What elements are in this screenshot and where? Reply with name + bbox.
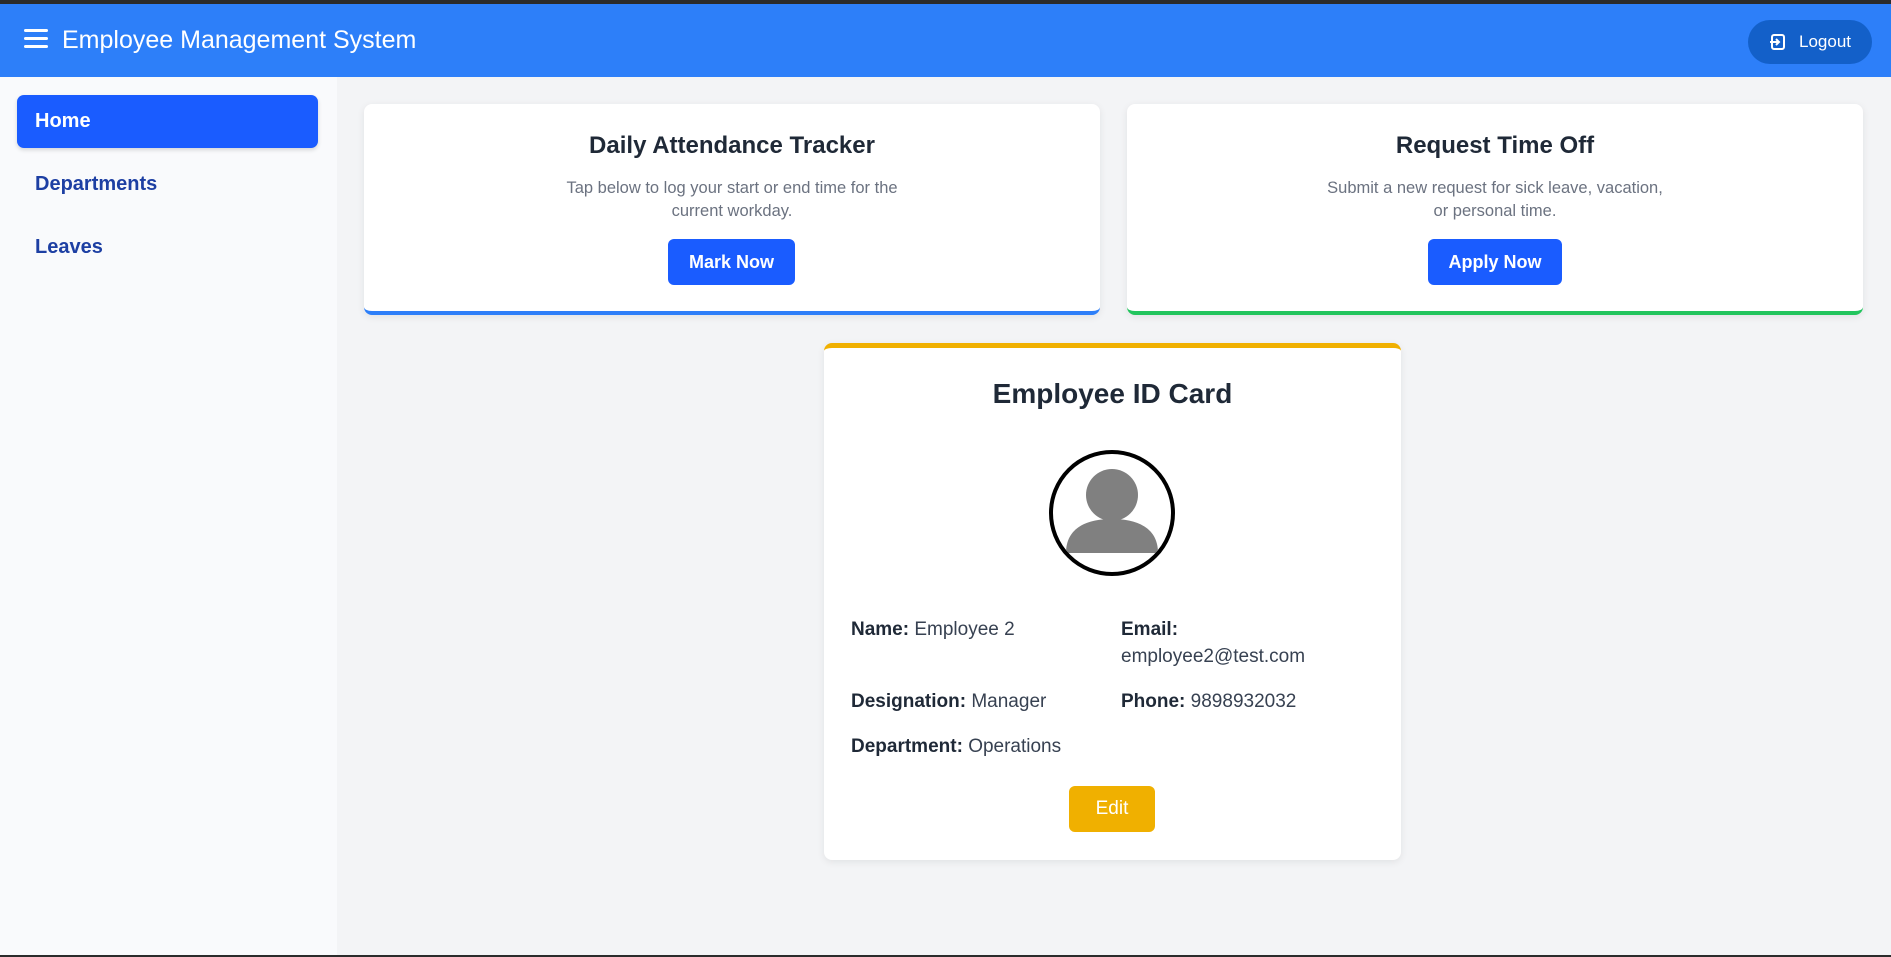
email-field: Email: employee2@test.com xyxy=(1121,616,1305,670)
time-off-title: Request Time Off xyxy=(1395,132,1595,159)
attendance-desc-line2: current workday. xyxy=(671,202,793,220)
time-off-desc-line2: or personal time. xyxy=(1433,202,1557,220)
name-label: Name: xyxy=(851,619,910,640)
time-off-description: Submit a new request for sick leave, vac… xyxy=(1127,177,1863,223)
designation-value: Manager xyxy=(971,691,1047,712)
name-field: Name: Employee 2 xyxy=(851,616,1015,643)
name-value: Employee 2 xyxy=(914,619,1015,640)
logout-label: Logout xyxy=(1799,32,1851,51)
department-label: Department: xyxy=(851,736,963,757)
phone-label: Phone: xyxy=(1121,691,1186,712)
sidebar-item-leaves[interactable]: Leaves xyxy=(17,221,318,274)
designation-field: Designation: Manager xyxy=(851,688,1046,715)
time-off-desc-line1: Submit a new request for sick leave, vac… xyxy=(1327,179,1663,197)
department-field: Department: Operations xyxy=(851,733,1061,760)
avatar-icon xyxy=(1049,450,1175,576)
app-window: Employee Management System Logout Home D… xyxy=(0,4,1891,955)
attendance-description: Tap below to log your start or end time … xyxy=(364,177,1100,223)
department-value: Operations xyxy=(968,736,1062,757)
app-title: Employee Management System xyxy=(62,26,417,54)
logout-icon xyxy=(1770,34,1785,50)
phone-value: 9898932032 xyxy=(1190,691,1297,712)
email-value: employee2@test.com xyxy=(1121,646,1306,667)
edit-button[interactable]: Edit xyxy=(1069,786,1155,832)
top-bar: Employee Management System Logout xyxy=(0,4,1891,77)
sidebar-item-departments[interactable]: Departments xyxy=(17,158,318,211)
logout-button[interactable]: Logout xyxy=(1748,20,1872,64)
phone-field: Phone: 9898932032 xyxy=(1121,688,1296,715)
apply-now-button[interactable]: Apply Now xyxy=(1428,239,1562,285)
id-card-title: Employee ID Card xyxy=(992,378,1233,409)
hamburger-menu-icon[interactable] xyxy=(24,29,54,51)
designation-label: Designation: xyxy=(851,691,967,712)
email-label: Email: xyxy=(1121,619,1179,640)
sidebar-item-home[interactable]: Home xyxy=(17,95,318,148)
sidebar: Home Departments Leaves xyxy=(0,77,337,955)
time-off-card: Request Time Off Submit a new request fo… xyxy=(1127,104,1863,315)
mark-now-button[interactable]: Mark Now xyxy=(668,239,795,285)
attendance-title: Daily Attendance Tracker xyxy=(589,132,875,159)
attendance-desc-line1: Tap below to log your start or end time … xyxy=(566,179,898,197)
attendance-card: Daily Attendance Tracker Tap below to lo… xyxy=(364,104,1100,315)
employee-id-card: Employee ID Card Name: Employee 2 Email:… xyxy=(824,343,1401,860)
